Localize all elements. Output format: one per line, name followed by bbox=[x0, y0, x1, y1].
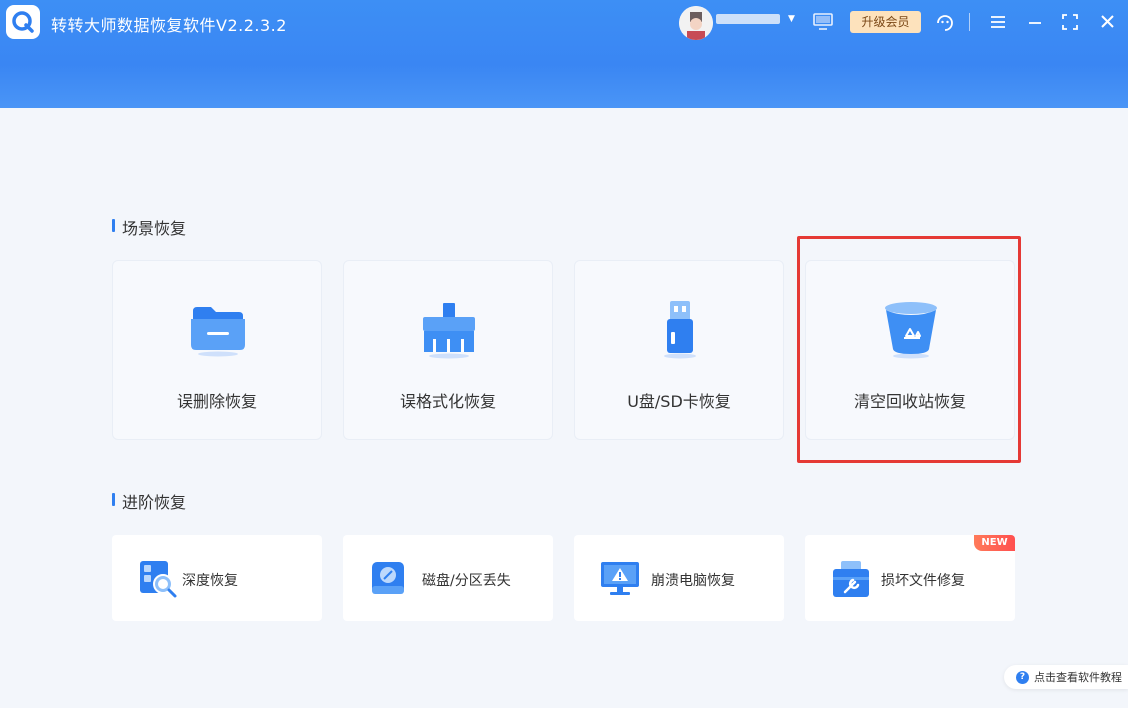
title-bar: 转转大师数据恢复软件V2.2.3.2 ▼ 升级会员 bbox=[0, 0, 1128, 108]
monitor-icon[interactable] bbox=[813, 13, 833, 35]
disk-icon bbox=[369, 559, 409, 599]
advanced-recovery-heading: 进阶恢复 bbox=[112, 489, 186, 513]
customer-service-icon[interactable] bbox=[935, 12, 955, 36]
user-avatar[interactable] bbox=[679, 6, 713, 40]
card-label: U盘/SD卡恢复 bbox=[627, 392, 731, 411]
tutorial-label: 点击查看软件教程 bbox=[1034, 671, 1122, 684]
card-label: 崩溃电脑恢复 bbox=[651, 573, 735, 589]
scene-recovery-heading: 场景恢复 bbox=[112, 215, 186, 239]
app-logo-icon bbox=[6, 5, 40, 39]
header-divider bbox=[969, 13, 970, 31]
repair-toolbox-icon bbox=[831, 559, 871, 599]
help-icon: ? bbox=[1016, 670, 1029, 684]
disk-partition-loss-card[interactable]: 磁盘/分区丢失 bbox=[343, 535, 553, 621]
folder-icon bbox=[188, 299, 248, 359]
card-label: 磁盘/分区丢失 bbox=[422, 573, 511, 589]
card-label: 误格式化恢复 bbox=[399, 392, 496, 411]
tutorial-link[interactable]: ? 点击查看软件教程 bbox=[1004, 665, 1128, 689]
usb-sd-recovery-card[interactable]: U盘/SD卡恢复 bbox=[574, 260, 784, 440]
close-icon[interactable] bbox=[1100, 14, 1115, 33]
crashed-monitor-icon bbox=[600, 559, 640, 599]
deleted-file-recovery-card[interactable]: 误删除恢复 bbox=[112, 260, 322, 440]
app-title: 转转大师数据恢复软件V2.2.3.2 bbox=[51, 16, 287, 35]
upgrade-vip-button[interactable]: 升级会员 bbox=[850, 11, 921, 33]
minimize-icon[interactable] bbox=[1028, 14, 1042, 34]
format-recovery-card[interactable]: 误格式化恢复 bbox=[343, 260, 553, 440]
deep-scan-icon bbox=[138, 559, 178, 599]
username-redacted[interactable] bbox=[716, 14, 780, 24]
card-label: 深度恢复 bbox=[182, 573, 238, 589]
user-menu-chevron-down-icon[interactable]: ▼ bbox=[788, 14, 795, 24]
new-badge: NEW bbox=[974, 535, 1015, 551]
maximize-icon[interactable] bbox=[1062, 14, 1078, 34]
card-label: 误删除恢复 bbox=[176, 392, 257, 411]
damaged-file-repair-card[interactable]: NEW 损坏文件修复 bbox=[805, 535, 1015, 621]
broom-icon bbox=[419, 299, 479, 359]
highlight-annotation bbox=[797, 236, 1021, 463]
deep-recovery-card[interactable]: 深度恢复 bbox=[112, 535, 322, 621]
crashed-computer-recovery-card[interactable]: 崩溃电脑恢复 bbox=[574, 535, 784, 621]
menu-icon[interactable] bbox=[990, 14, 1006, 34]
usb-drive-icon bbox=[650, 299, 710, 359]
card-label: 损坏文件修复 bbox=[881, 573, 965, 589]
